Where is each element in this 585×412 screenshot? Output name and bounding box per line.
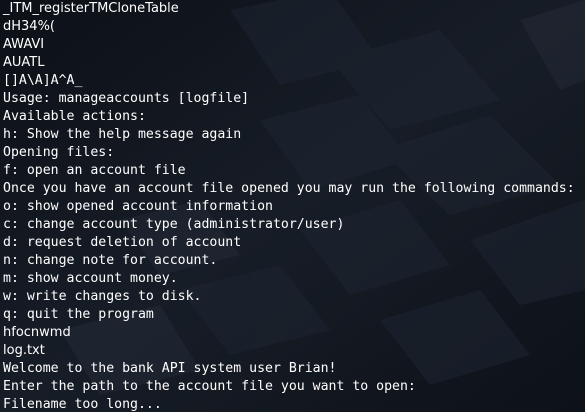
- output-line: Enter the path to the account file you w…: [3, 379, 416, 394]
- output-line: m: show account money.: [3, 271, 178, 286]
- output-line: n: change note for account.: [3, 253, 218, 268]
- output-line: AWAVI: [3, 37, 45, 52]
- output-line: q: quit the program: [3, 307, 154, 322]
- output-line: Once you have an account file opened you…: [3, 181, 575, 196]
- output-line: log.txt: [3, 343, 45, 358]
- output-line: dH34%(: [3, 19, 55, 34]
- output-line: c: change account type (administrator/us…: [3, 217, 345, 232]
- output-line: Usage: manageaccounts [logfile]: [3, 91, 250, 106]
- output-line: hfocnwmd: [3, 325, 71, 340]
- output-line: w: write changes to disk.: [3, 289, 202, 304]
- output-line: Welcome to the bank API system user Bria…: [3, 361, 337, 376]
- output-line: o: show opened account information: [3, 199, 273, 214]
- terminal-output: _ITM_registerTMCloneTable dH34%( AWAVI A…: [3, 0, 575, 412]
- output-line: h: Show the help message again: [3, 127, 242, 142]
- output-line: _ITM_registerTMCloneTable: [3, 1, 179, 16]
- output-line: Opening files:: [3, 145, 115, 160]
- terminal-window[interactable]: _ITM_registerTMCloneTable dH34%( AWAVI A…: [0, 0, 585, 412]
- output-line: f: open an account file: [3, 163, 186, 178]
- output-line: AUATL: [3, 55, 45, 70]
- output-line: Available actions:: [3, 109, 146, 124]
- output-line: Filename too long...: [3, 397, 162, 412]
- output-line: d: request deletion of account: [3, 235, 242, 250]
- output-line: []A\A]A^A_: [3, 73, 83, 88]
